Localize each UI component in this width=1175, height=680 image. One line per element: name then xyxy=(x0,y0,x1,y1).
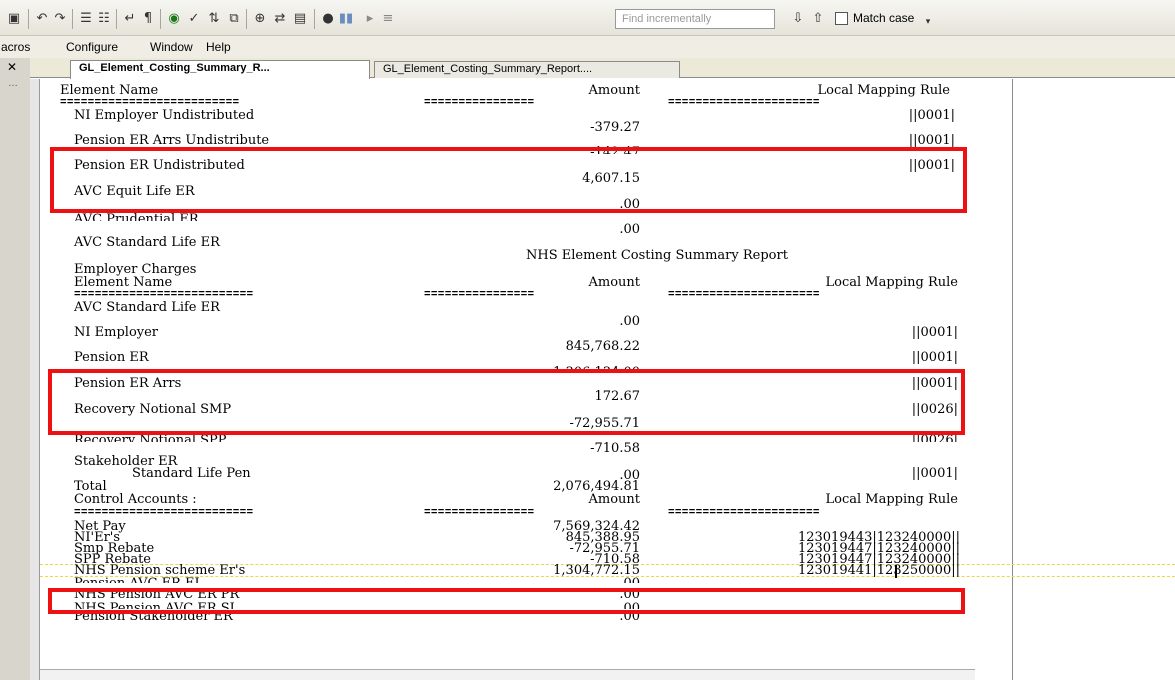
find-previous-icon[interactable]: ⇧ xyxy=(810,11,826,27)
play-icon[interactable]: ▸ xyxy=(362,11,378,27)
match-case-label: Match case xyxy=(853,11,915,25)
header-element-name: Element Name xyxy=(60,83,159,98)
play-multiple-icon[interactable]: ≡ xyxy=(380,11,396,27)
row-name: AVC Prudential ER xyxy=(74,213,199,221)
toolbar-separator xyxy=(160,9,161,29)
menu-macros[interactable]: acros xyxy=(1,39,30,55)
highlight-box xyxy=(50,147,967,213)
separator-name: ========================== xyxy=(74,507,254,519)
close-icon[interactable]: ✕ xyxy=(7,60,17,74)
toolbar-separator xyxy=(116,9,117,29)
editor-gutter xyxy=(30,79,40,680)
redo-icon[interactable]: ↷ xyxy=(52,11,68,27)
separator-rule: ====================== xyxy=(668,289,820,301)
horizontal-scrollbar[interactable] xyxy=(40,669,975,680)
row-amount: .00 xyxy=(619,314,640,329)
row-name: Standard Life Pen xyxy=(132,466,251,481)
control-account-amount: .00 xyxy=(460,577,640,583)
menu-bar: acros Configure Window Help xyxy=(0,36,1175,58)
sort-icon[interactable]: ⇅ xyxy=(206,11,222,27)
row-rule: ||0001| xyxy=(911,350,958,365)
row-amount: 845,768.22 xyxy=(565,339,640,354)
find-files-icon[interactable]: ▤ xyxy=(292,11,308,27)
separator-rule: ====================== xyxy=(668,97,820,109)
spellcheck-icon[interactable]: ✓ xyxy=(186,11,202,27)
row-rule: ||0026| xyxy=(911,434,958,442)
menu-window[interactable]: Window xyxy=(150,39,193,55)
menu-help[interactable]: Help xyxy=(206,39,231,55)
header-amount: Amount xyxy=(588,275,640,290)
header-local-mapping-rule: Local Mapping Rule xyxy=(825,275,958,290)
row-rule: ||0001| xyxy=(911,466,958,481)
row-name: AVC Standard Life ER xyxy=(74,235,220,250)
toolbar-separator xyxy=(72,9,73,29)
undo-icon[interactable]: ↶ xyxy=(34,11,50,27)
find-next-icon[interactable]: ⇩ xyxy=(790,11,806,27)
row-name: AVC Standard Life ER xyxy=(74,300,220,315)
separator-amount: ================ xyxy=(424,97,535,109)
paste-icon[interactable]: ▣ xyxy=(6,11,22,27)
row-name: Pension ER Arrs Undistribute xyxy=(74,133,270,148)
row-rule: ||0001| xyxy=(911,325,958,340)
row-amount: -710.58 xyxy=(590,441,640,456)
header-local-mapping-rule: Local Mapping Rule xyxy=(817,83,950,98)
toolbar-separator xyxy=(314,9,315,29)
compare-icon[interactable]: ⧉ xyxy=(226,11,242,27)
highlight-box xyxy=(48,369,965,435)
toolbar-separator xyxy=(28,9,29,29)
pause-icon[interactable]: ▮▮ xyxy=(338,11,354,27)
tab-gl-element-costing-summary-active[interactable]: GL_Element_Costing_Summary_R... xyxy=(70,60,370,79)
row-amount: .00 xyxy=(619,222,640,237)
find-incrementally-input[interactable]: Find incrementally xyxy=(615,9,775,29)
control-account-rule: 123019441|123250000|| xyxy=(797,563,960,578)
toolbar-separator xyxy=(246,9,247,29)
control-accounts-heading: Control Accounts : xyxy=(74,492,197,507)
find-icon[interactable]: ⊕ xyxy=(252,11,268,27)
separator-name: ========================== xyxy=(60,97,240,109)
replace-icon[interactable]: ⇄ xyxy=(272,11,288,27)
row-name: Pension ER xyxy=(74,350,149,365)
outdent-icon[interactable]: ☷ xyxy=(96,11,112,27)
row-rule: ||0001| xyxy=(908,108,955,123)
tab-bar: GL_Element_Costing_Summary_R... GL_Eleme… xyxy=(30,58,1175,79)
match-case-checkbox[interactable] xyxy=(835,12,848,25)
row-name: NI Employer xyxy=(74,325,159,340)
separator-rule: ====================== xyxy=(668,507,820,519)
row-name: Recovery Notional SPP xyxy=(74,434,227,442)
control-account-name: NHS Pension scheme Er's xyxy=(74,563,246,578)
paragraph-icon[interactable]: ¶ xyxy=(140,11,156,27)
row-rule: ||0001| xyxy=(908,133,955,148)
row-name: NI Employer Undistributed xyxy=(74,108,255,123)
control-account-name: Pension AVC ER EL xyxy=(74,577,203,583)
header-local-mapping-rule: Local Mapping Rule xyxy=(825,492,958,507)
page-boundary-line xyxy=(1012,79,1013,680)
indent-icon[interactable]: ☰ xyxy=(78,11,94,27)
header-amount: Amount xyxy=(588,492,640,507)
row-amount: -379.27 xyxy=(590,120,640,135)
menu-configure[interactable]: Configure xyxy=(66,39,118,55)
toolbar: ▣ ↶ ↷ ☰ ☷ ↵ ¶ ◉ ✓ ⇅ ⧉ ⊕ ⇄ ▤ ● ▮▮ ▸ ≡ Fin… xyxy=(0,0,1175,36)
separator-name: ========================== xyxy=(74,289,254,301)
separator-amount: ================ xyxy=(424,289,535,301)
separator-amount: ================ xyxy=(424,507,535,519)
toolbar-overflow-icon[interactable]: ▾ xyxy=(920,14,936,30)
more-icon[interactable]: … xyxy=(8,78,18,89)
globe-icon[interactable]: ◉ xyxy=(166,11,182,27)
control-account-amount: 1,304,772.15 xyxy=(553,563,640,578)
side-panel xyxy=(0,58,30,680)
highlight-box xyxy=(48,588,965,614)
header-element-name: Element Name xyxy=(74,275,173,290)
tab-gl-element-costing-summary-report[interactable]: GL_Element_Costing_Summary_Report.... xyxy=(374,61,680,78)
report-title: NHS Element Costing Summary Report xyxy=(526,248,788,263)
wrap-icon[interactable]: ↵ xyxy=(122,11,138,27)
text-cursor xyxy=(895,565,897,578)
record-icon[interactable]: ● xyxy=(320,11,336,27)
header-amount: Amount xyxy=(588,83,640,98)
